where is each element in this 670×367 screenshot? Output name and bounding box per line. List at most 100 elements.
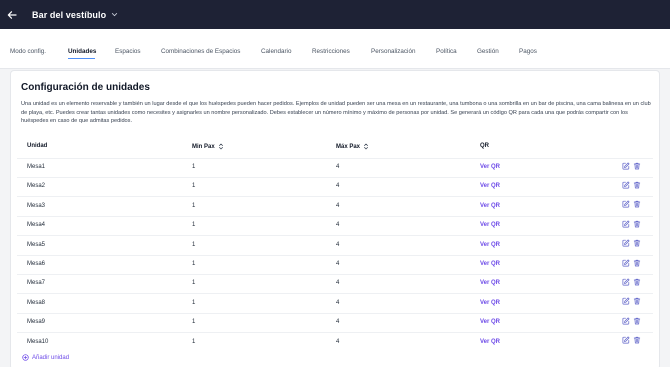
delete-unit-button[interactable] — [633, 200, 641, 208]
row-actions — [619, 220, 641, 228]
tab-bar: Modo config. Unidades Espacios Combinaci… — [0, 29, 670, 69]
row-actions — [619, 200, 641, 208]
tab-espacios[interactable]: Espacios — [115, 48, 141, 55]
view-qr-link[interactable]: Ver QR — [480, 280, 500, 286]
view-qr-link[interactable]: Ver QR — [480, 222, 500, 228]
edit-unit-button[interactable] — [622, 162, 630, 170]
edit-unit-button[interactable] — [622, 239, 630, 247]
row-actions — [619, 181, 641, 189]
edit-unit-button[interactable] — [622, 317, 630, 325]
tab-calendario[interactable]: Calendario — [261, 48, 291, 55]
row-actions — [619, 278, 641, 286]
back-button[interactable] — [1, 0, 23, 29]
min-pax-value: 1 — [192, 280, 196, 287]
column-header-unit: Unidad — [27, 143, 47, 149]
tab-restricciones[interactable]: Restricciones — [312, 48, 350, 55]
row-actions — [619, 162, 641, 170]
row-actions — [619, 239, 641, 247]
edit-icon — [622, 239, 630, 247]
unit-name: Mesa7 — [27, 280, 46, 287]
tab-pagos[interactable]: Pagos — [519, 48, 537, 55]
view-qr-link[interactable]: Ver QR — [480, 164, 500, 170]
row-actions — [619, 297, 641, 305]
delete-unit-button[interactable] — [633, 259, 641, 267]
delete-unit-button[interactable] — [633, 220, 641, 228]
edit-unit-button[interactable] — [622, 297, 630, 305]
delete-unit-button[interactable] — [633, 162, 641, 170]
tab-combinaciones-de-espacios[interactable]: Combinaciones de Espacios — [161, 48, 240, 55]
min-pax-value: 1 — [192, 338, 196, 345]
venue-selector[interactable]: Bar del vestíbulo — [32, 10, 118, 20]
edit-icon — [622, 200, 630, 208]
edit-icon — [622, 336, 630, 344]
min-pax-value: 1 — [192, 202, 196, 209]
unit-name: Mesa1 — [27, 164, 46, 170]
trash-icon — [633, 239, 641, 247]
min-pax-value: 1 — [192, 319, 196, 326]
row-actions — [619, 317, 641, 325]
view-qr-link[interactable]: Ver QR — [480, 300, 500, 306]
edit-unit-button[interactable] — [622, 220, 630, 228]
delete-unit-button[interactable] — [633, 181, 641, 189]
page-title: Configuración de unidades — [21, 82, 150, 93]
tab-modo-config[interactable]: Modo config. — [10, 48, 46, 55]
table-header: Unidad Min Pax Máx Pax QR — [17, 143, 653, 157]
edit-icon — [622, 278, 630, 286]
edit-icon — [622, 297, 630, 305]
table-row: Mesa7 1 4 Ver QR — [17, 273, 653, 293]
column-header-max-pax[interactable]: Máx Pax — [336, 143, 369, 150]
tab-politica[interactable]: Política — [436, 48, 457, 55]
sort-icon[interactable] — [218, 143, 224, 150]
table-row: Mesa3 1 4 Ver QR — [17, 196, 653, 215]
table-row: Mesa5 1 4 Ver QR — [17, 235, 653, 254]
sort-icon[interactable] — [363, 143, 369, 150]
view-qr-link[interactable]: Ver QR — [480, 183, 500, 189]
edit-unit-button[interactable] — [622, 278, 630, 286]
edit-unit-button[interactable] — [622, 259, 630, 267]
table-row: Mesa6 1 4 Ver QR — [17, 254, 653, 274]
trash-icon — [633, 336, 641, 344]
unit-name: Mesa5 — [27, 241, 46, 248]
trash-icon — [633, 181, 641, 189]
edit-icon — [622, 181, 630, 189]
add-unit-button[interactable]: Añadir unidad — [22, 354, 69, 361]
trash-icon — [633, 298, 641, 305]
delete-unit-button[interactable] — [633, 317, 641, 325]
view-qr-link[interactable]: Ver QR — [480, 242, 500, 248]
view-qr-link[interactable]: Ver QR — [480, 203, 500, 209]
unit-name: Mesa8 — [27, 299, 46, 306]
delete-unit-button[interactable] — [633, 278, 641, 286]
table-row: Mesa4 1 4 Ver QR — [17, 215, 653, 235]
min-pax-value: 1 — [192, 183, 196, 190]
view-qr-link[interactable]: Ver QR — [480, 319, 500, 325]
min-pax-value: 1 — [192, 299, 196, 306]
column-header-min-pax-label: Min Pax — [192, 143, 215, 150]
table-row: Mesa2 1 4 Ver QR — [17, 176, 653, 196]
active-tab-indicator — [68, 57, 95, 59]
tab-unidades[interactable]: Unidades — [68, 48, 96, 55]
trash-icon — [633, 201, 641, 208]
chevron-down-icon — [112, 13, 118, 17]
tab-gestion[interactable]: Gestión — [477, 48, 499, 55]
view-qr-link[interactable]: Ver QR — [480, 339, 500, 345]
edit-unit-button[interactable] — [622, 181, 630, 189]
max-pax-value: 4 — [336, 299, 340, 306]
units-description: Una unidad es un elemento reservable y t… — [21, 101, 651, 124]
table-row: Mesa1 1 4 Ver QR — [17, 157, 653, 177]
table-row: Mesa8 1 4 Ver QR — [17, 293, 653, 312]
max-pax-value: 4 — [336, 261, 340, 267]
column-header-qr-label: QR — [480, 143, 489, 149]
trash-icon — [633, 317, 641, 325]
max-pax-value: 4 — [336, 183, 340, 190]
edit-unit-button[interactable] — [622, 200, 630, 208]
edit-unit-button[interactable] — [622, 336, 630, 344]
table-row: Mesa10 1 4 Ver QR — [17, 332, 653, 351]
delete-unit-button[interactable] — [633, 336, 641, 344]
delete-unit-button[interactable] — [633, 297, 641, 305]
row-actions — [619, 336, 641, 344]
view-qr-link[interactable]: Ver QR — [480, 261, 500, 267]
edit-icon — [622, 259, 630, 266]
column-header-min-pax[interactable]: Min Pax — [192, 143, 224, 150]
tab-personalizacion[interactable]: Personalización — [371, 48, 415, 55]
delete-unit-button[interactable] — [633, 239, 641, 247]
